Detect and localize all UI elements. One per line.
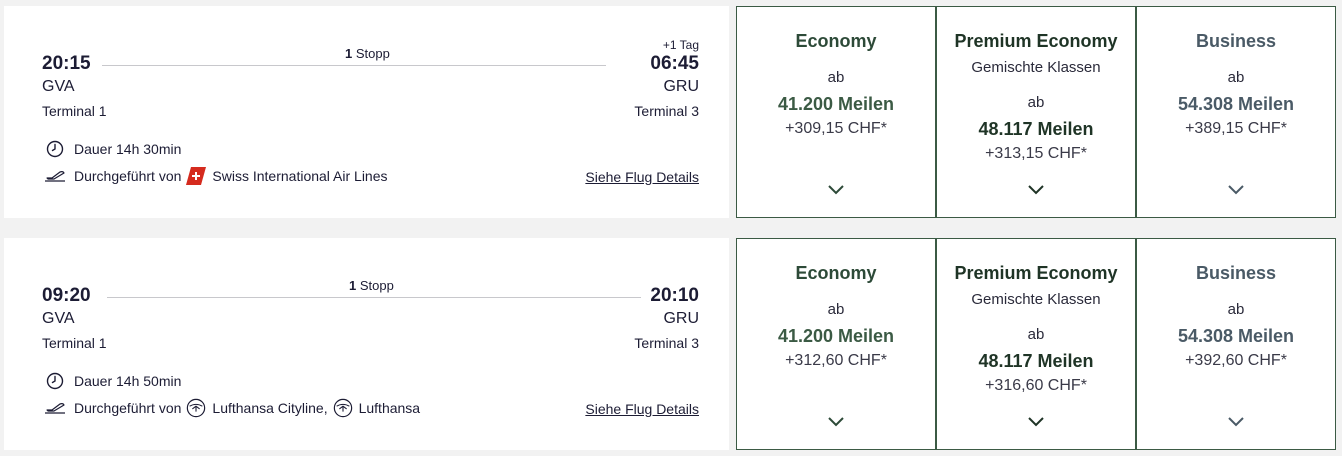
cabin-name: Premium Economy [954, 31, 1118, 51]
miles-price: 48.117 Meilen [978, 119, 1094, 139]
from-label: ab [1027, 94, 1045, 111]
departure-terminal: Terminal 1 [42, 335, 107, 351]
cabin-name: Business [1195, 263, 1277, 283]
departure-time: 20:15 [42, 53, 91, 74]
chevron-down-icon[interactable] [737, 183, 935, 203]
arrival-terminal: Terminal 3 [634, 103, 699, 119]
duration-text: Dauer 14h 50min [74, 373, 182, 389]
lufthansa-crane-icon [333, 398, 353, 418]
cabin-economy-card[interactable]: Economy ab 41.200 Meilen +312,60 CHF* [736, 238, 936, 450]
stops-indicator: 1 Stopp [349, 278, 394, 293]
cabin-business-card[interactable]: Business ab 54.308 Meilen +392,60 CHF* [1136, 238, 1336, 450]
chevron-down-icon[interactable] [1137, 415, 1335, 435]
lufthansa-crane-icon [186, 398, 206, 418]
arrival-time: 06:45 [650, 53, 699, 74]
cabin-premium-economy-card[interactable]: Premium Economy Gemischte Klassen ab 48.… [936, 6, 1136, 218]
cabin-subtitle: Gemischte Klassen [971, 59, 1101, 76]
arrival-time: 20:10 [650, 285, 699, 306]
flight-info-panel: 09:20 1 Stopp 20:10 GVA GRU Terminal 1 T… [4, 238, 729, 450]
miles-price: 54.308 Meilen [1177, 94, 1295, 114]
operated-by-row: Durchgeführt von Swiss International Air… [44, 166, 388, 186]
departure-time: 09:20 [42, 285, 91, 306]
miles-price: 48.117 Meilen [978, 351, 1094, 371]
flight-details-link[interactable]: Siehe Flug Details [585, 169, 699, 185]
cabin-name: Economy [795, 31, 877, 51]
chf-surcharge: +389,15 CHF* [1185, 120, 1287, 137]
flight-result-2: 09:20 1 Stopp 20:10 GVA GRU Terminal 1 T… [4, 238, 1336, 450]
clock-icon [44, 140, 66, 158]
arrival-airport: GRU [663, 78, 699, 95]
route-line [107, 297, 641, 298]
cabin-premium-economy-card[interactable]: Premium Economy Gemischte Klassen ab 48.… [936, 238, 1136, 450]
stops-indicator: 1 Stopp [345, 46, 390, 61]
chf-surcharge: +316,60 CHF* [985, 377, 1087, 394]
airline-name: Swiss International Air Lines [212, 168, 388, 184]
miles-price: 41.200 Meilen [777, 326, 895, 346]
operated-by-label: Durchgeführt von [74, 168, 182, 184]
cabin-name: Premium Economy [954, 263, 1118, 283]
plane-takeoff-icon [44, 167, 66, 185]
cabin-name: Business [1195, 31, 1277, 51]
plus-day-badge: +1 Tag [662, 38, 699, 52]
duration-text: Dauer 14h 30min [74, 141, 182, 157]
cabin-business-card[interactable]: Business ab 54.308 Meilen +389,15 CHF* [1136, 6, 1336, 218]
arrival-airport: GRU [663, 310, 699, 327]
chevron-down-icon[interactable] [737, 415, 935, 435]
plane-takeoff-icon [44, 399, 66, 417]
cabin-economy-card[interactable]: Economy ab 41.200 Meilen +309,15 CHF* [736, 6, 936, 218]
from-label: ab [827, 69, 845, 86]
flight-info-panel: 20:15 1 Stopp +1 Tag 06:45 GVA GRU Termi… [4, 6, 729, 218]
chevron-down-icon[interactable] [937, 415, 1135, 435]
duration-row: Dauer 14h 50min [44, 372, 181, 390]
clock-icon [44, 372, 66, 390]
cabin-name: Economy [795, 263, 877, 283]
swiss-cross-icon [186, 166, 207, 186]
chf-surcharge: +392,60 CHF* [1185, 352, 1287, 369]
arrival-terminal: Terminal 3 [634, 335, 699, 351]
chf-surcharge: +313,15 CHF* [985, 145, 1087, 162]
operated-by-label: Durchgeführt von [74, 400, 182, 416]
miles-price: 41.200 Meilen [777, 94, 895, 114]
chevron-down-icon[interactable] [937, 183, 1135, 203]
duration-row: Dauer 14h 30min [44, 140, 181, 158]
chevron-down-icon[interactable] [1137, 183, 1335, 203]
from-label: ab [1227, 301, 1245, 318]
departure-airport: GVA [42, 78, 75, 95]
departure-terminal: Terminal 1 [42, 103, 107, 119]
from-label: ab [827, 301, 845, 318]
airline-name-2: Lufthansa [358, 400, 421, 416]
flight-result-1: 20:15 1 Stopp +1 Tag 06:45 GVA GRU Termi… [4, 6, 1336, 218]
departure-airport: GVA [42, 310, 75, 327]
from-label: ab [1027, 326, 1045, 343]
chf-surcharge: +312,60 CHF* [785, 352, 887, 369]
miles-price: 54.308 Meilen [1177, 326, 1295, 346]
chf-surcharge: +309,15 CHF* [785, 120, 887, 137]
route-line [102, 65, 606, 66]
cabin-subtitle: Gemischte Klassen [971, 291, 1101, 308]
operated-by-row: Durchgeführt von Lufthansa Cityline, Luf… [44, 398, 420, 418]
from-label: ab [1227, 69, 1245, 86]
airline-name: Lufthansa Cityline, [212, 400, 328, 416]
flight-details-link[interactable]: Siehe Flug Details [585, 401, 699, 417]
